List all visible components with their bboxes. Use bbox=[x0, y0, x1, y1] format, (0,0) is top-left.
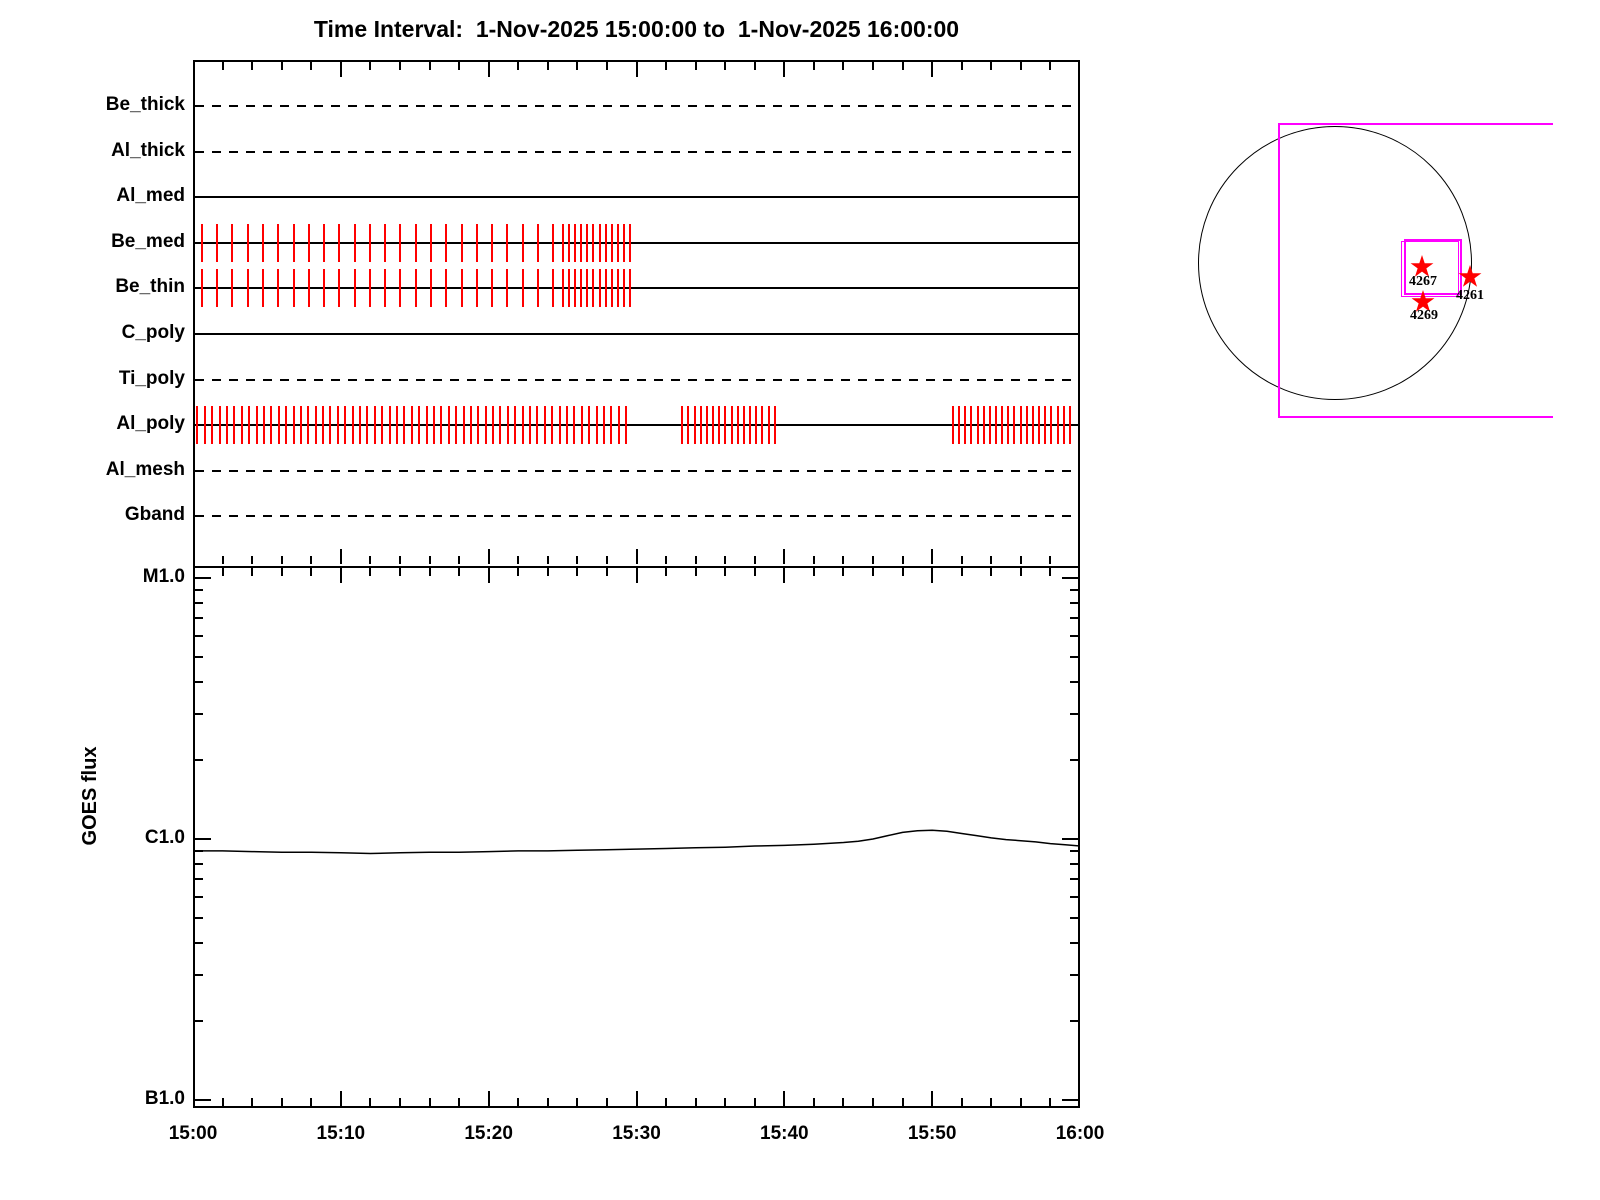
active-region-star bbox=[1411, 290, 1435, 312]
plot-title: Time Interval: 1-Nov-2025 15:00:00 to 1-… bbox=[313, 16, 960, 42]
time-tick-label: 15:00 bbox=[168, 1123, 218, 1144]
filter-row-label: Gband bbox=[124, 504, 185, 526]
time-tick-label: 15:20 bbox=[464, 1123, 513, 1144]
filter-row-label: Al_poly bbox=[116, 413, 185, 435]
xrt-exposure-panel bbox=[193, 60, 1080, 566]
fov-box-small bbox=[1404, 239, 1462, 295]
filter-row-label: Be_thin bbox=[115, 276, 185, 298]
goes-ytick-label: B1.0 bbox=[144, 1088, 185, 1109]
filter-row-label: Al_med bbox=[116, 185, 185, 207]
filter-row-label: Al_thick bbox=[111, 139, 185, 161]
active-region-label: 4267 bbox=[1409, 274, 1437, 289]
time-tick-label: 15:10 bbox=[316, 1123, 366, 1144]
star-icon bbox=[1458, 265, 1482, 287]
plot-canvas: Time Interval: 1-Nov-2025 15:00:00 to 1-… bbox=[0, 0, 1600, 1200]
active-region-label: 4261 bbox=[1456, 288, 1484, 303]
filter-row-label: Ti_poly bbox=[118, 367, 185, 389]
active-region-star bbox=[1458, 265, 1482, 287]
goes-ytick-label: M1.0 bbox=[142, 566, 185, 587]
goes-ytick-label: C1.0 bbox=[144, 827, 185, 848]
time-tick-label: 15:40 bbox=[760, 1123, 809, 1144]
goes-flux-axis-label: GOES flux bbox=[78, 746, 101, 846]
filter-row-label: Be_med bbox=[111, 230, 185, 252]
fov-box-small bbox=[1401, 241, 1459, 297]
time-tick-label: 15:50 bbox=[907, 1123, 957, 1144]
goes-flux-panel bbox=[193, 566, 1080, 1108]
time-tick-label: 15:30 bbox=[612, 1123, 661, 1144]
star-icon bbox=[1410, 255, 1434, 277]
active-region-star bbox=[1410, 255, 1434, 277]
time-tick-label: 16:00 bbox=[1055, 1123, 1105, 1144]
active-region-label: 4269 bbox=[1410, 308, 1438, 323]
star-icon bbox=[1411, 290, 1435, 312]
fov-box-large bbox=[1278, 123, 1553, 418]
filter-row-label: Al_mesh bbox=[105, 458, 185, 480]
filter-row-label: C_poly bbox=[121, 322, 185, 343]
solar-disk bbox=[1198, 126, 1472, 400]
filter-row-label: Be_thick bbox=[105, 94, 185, 115]
